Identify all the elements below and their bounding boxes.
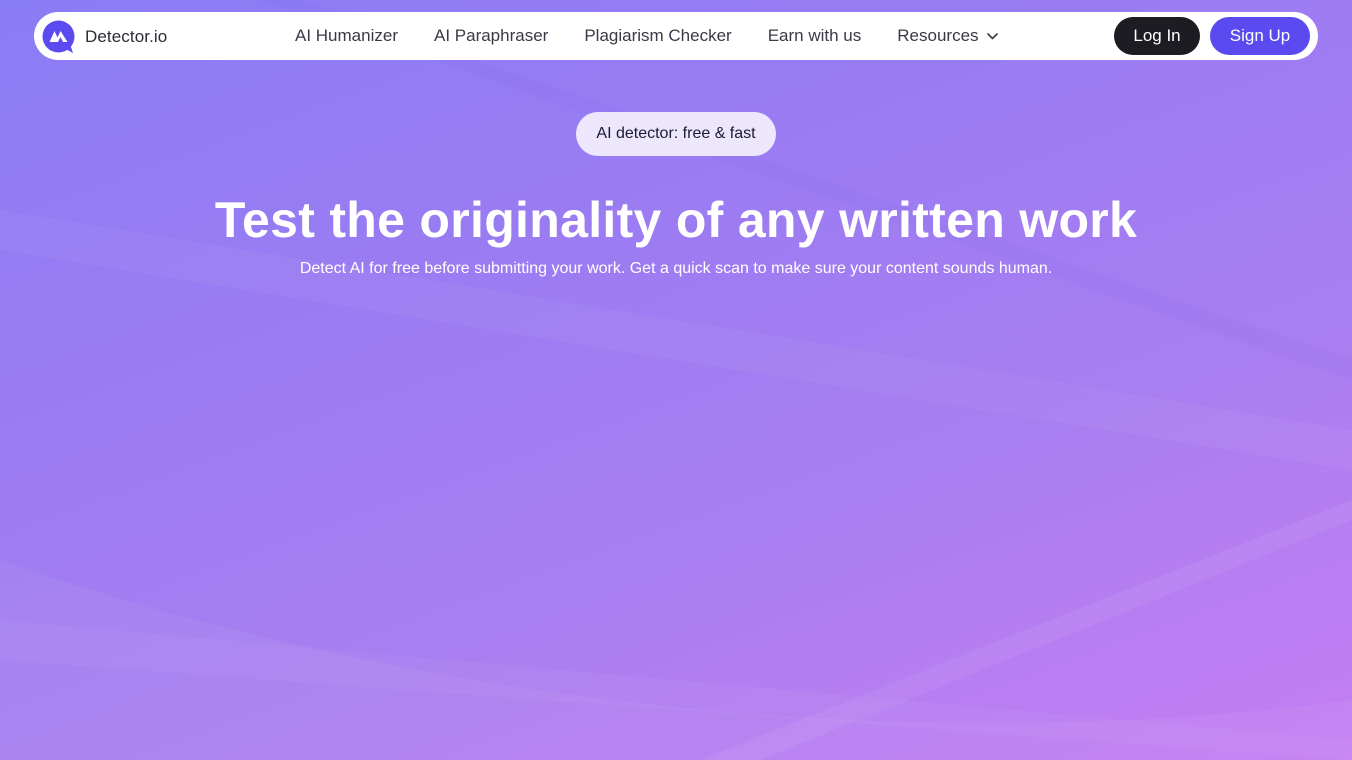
login-button[interactable]: Log In — [1114, 17, 1200, 55]
brand-logo-link[interactable]: Detector.io — [42, 20, 167, 53]
nav-dropdown-resources-label: Resources — [897, 26, 979, 45]
top-navbar: Detector.io AI Humanizer AI Paraphraser … — [34, 12, 1318, 60]
nav-link-ai-paraphraser[interactable]: AI Paraphraser — [434, 26, 548, 46]
nav-link-earn-with-us[interactable]: Earn with us — [768, 26, 862, 46]
main-navigation: AI Humanizer AI Paraphraser Plagiarism C… — [278, 12, 1034, 60]
brand-name: Detector.io — [85, 26, 168, 46]
nav-dropdown-resources[interactable]: Resources — [897, 26, 998, 46]
hero-title: Test the originality of any written work — [214, 192, 1138, 248]
detector-logo-icon — [42, 20, 75, 53]
nav-link-ai-humanizer[interactable]: AI Humanizer — [295, 26, 398, 46]
chevron-down-icon — [986, 32, 998, 39]
hero-subtitle: Detect AI for free before submitting you… — [299, 260, 1053, 277]
signup-button[interactable]: Sign Up — [1210, 17, 1310, 55]
nav-link-plagiarism-checker[interactable]: Plagiarism Checker — [584, 26, 731, 46]
hero-badge: AI detector: free & fast — [576, 112, 776, 156]
